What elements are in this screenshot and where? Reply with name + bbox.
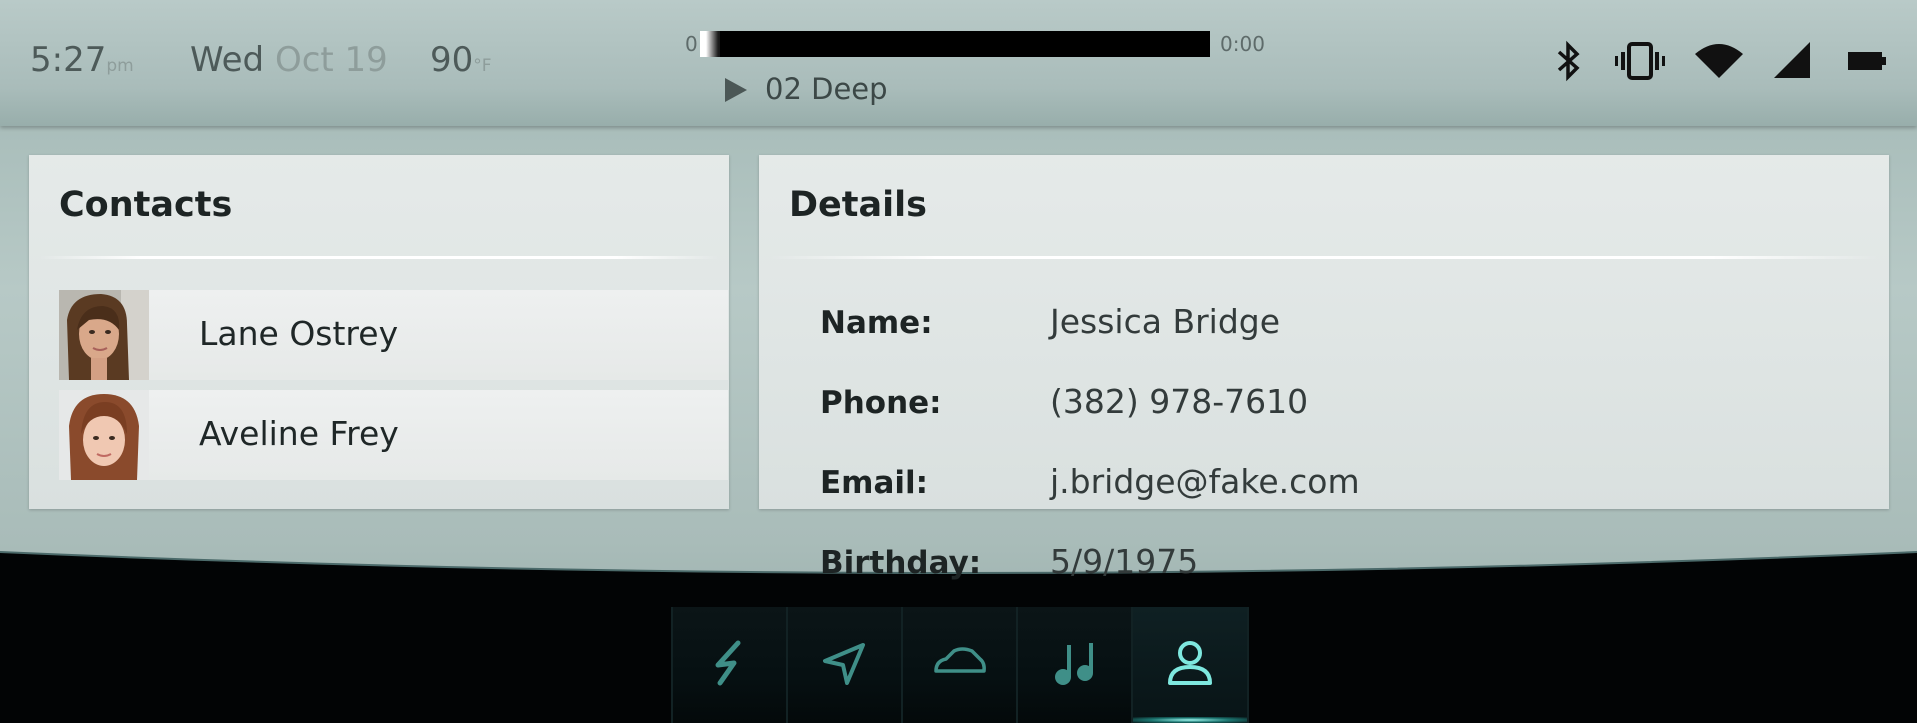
media-progress-bar[interactable] — [700, 31, 1210, 57]
battery-icon[interactable] — [1847, 40, 1887, 82]
bluetooth-icon[interactable] — [1553, 40, 1585, 82]
avatar — [59, 390, 149, 480]
avatar — [59, 290, 149, 380]
detail-label-name: Name: — [820, 305, 933, 341]
contacts-icon — [1168, 641, 1212, 685]
contact-name: Lane Ostrey — [199, 314, 399, 353]
temperature-value: 90 — [430, 40, 474, 80]
vibrate-icon[interactable] — [1614, 40, 1666, 82]
dock-car-button[interactable] — [901, 607, 1019, 723]
clock-time: 5:27 — [30, 40, 107, 80]
date-day: Wed — [190, 40, 265, 80]
track-name: 02 Deep — [765, 72, 888, 106]
date: Wed Oct 19 — [190, 40, 388, 80]
details-divider — [769, 256, 1879, 259]
contact-row-lane-ostrey[interactable]: Lane Ostrey — [59, 290, 728, 380]
media-duration: 0:00 — [1220, 32, 1265, 56]
clock: 5:27pm — [30, 40, 134, 86]
detail-value-name: Jessica Bridge — [1050, 302, 1281, 341]
temperature-unit: °F — [473, 56, 492, 76]
contact-row-aveline-frey[interactable]: Aveline Frey — [59, 390, 728, 480]
dock-music-button[interactable] — [1016, 607, 1134, 723]
music-icon — [1055, 643, 1093, 685]
date-date: Oct 19 — [274, 40, 388, 80]
media-elapsed: 0 — [685, 32, 698, 56]
detail-value-phone[interactable]: (382) 978-7610 — [1050, 382, 1308, 421]
detail-label-birthday: Birthday: — [820, 545, 982, 581]
detail-label-phone: Phone: — [820, 385, 942, 421]
contacts-divider — [39, 256, 719, 259]
play-icon[interactable] — [723, 76, 749, 104]
detail-value-birthday: 5/9/1975 — [1050, 542, 1199, 581]
temperature: 90°F — [430, 40, 492, 86]
detail-label-email: Email: — [820, 465, 929, 501]
car-icon — [934, 647, 986, 673]
navigation-icon — [823, 643, 865, 685]
dock-contacts-button[interactable] — [1131, 607, 1249, 723]
cell-signal-icon[interactable] — [1772, 40, 1812, 82]
charging-icon — [715, 640, 741, 686]
wifi-icon[interactable] — [1694, 40, 1744, 82]
media-progress-fill — [700, 31, 720, 57]
details-title: Details — [789, 185, 927, 225]
detail-value-email[interactable]: j.bridge@fake.com — [1050, 462, 1360, 501]
contacts-panel: Contacts Lane Ostrey Aveline Frey — [29, 155, 729, 509]
contact-name: Aveline Frey — [199, 414, 399, 453]
dock-navigation-button[interactable] — [786, 607, 904, 723]
contacts-title: Contacts — [59, 185, 233, 225]
clock-ampm: pm — [106, 56, 134, 76]
status-bar: 5:27pm Wed Oct 19 90°F 0 0:00 02 Deep — [0, 0, 1917, 126]
dock-charging-button[interactable] — [671, 607, 789, 723]
